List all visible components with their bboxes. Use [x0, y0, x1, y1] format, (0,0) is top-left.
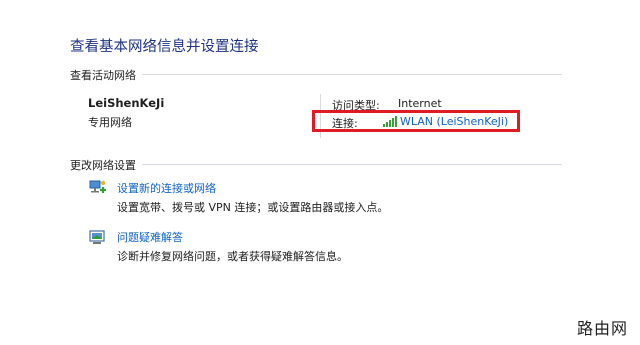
- highlight-box: [312, 110, 520, 132]
- setup-new-connection-desc: 设置宽带、拨号或 VPN 连接；或设置路由器或接入点。: [117, 201, 389, 214]
- page-title: 查看基本网络信息并设置连接: [70, 39, 259, 55]
- access-type-value: Internet: [398, 97, 442, 110]
- section-title-change-settings: 更改网络设置: [70, 159, 136, 172]
- troubleshoot-icon: [89, 230, 105, 244]
- section-divider: [142, 164, 562, 165]
- section-divider: [142, 74, 562, 75]
- new-connection-icon: [89, 180, 106, 193]
- network-type: 专用网络: [88, 116, 132, 129]
- section-title-active-networks: 查看活动网络: [70, 69, 136, 82]
- troubleshoot-link[interactable]: 问题疑难解答: [117, 229, 183, 245]
- network-name: LeiShenKeJi: [88, 96, 165, 110]
- setup-new-connection-link[interactable]: 设置新的连接或网络: [117, 180, 216, 196]
- watermark: 路由网: [576, 319, 628, 338]
- troubleshoot-desc: 诊断并修复网络问题，或者获得疑难解答信息。: [117, 250, 348, 263]
